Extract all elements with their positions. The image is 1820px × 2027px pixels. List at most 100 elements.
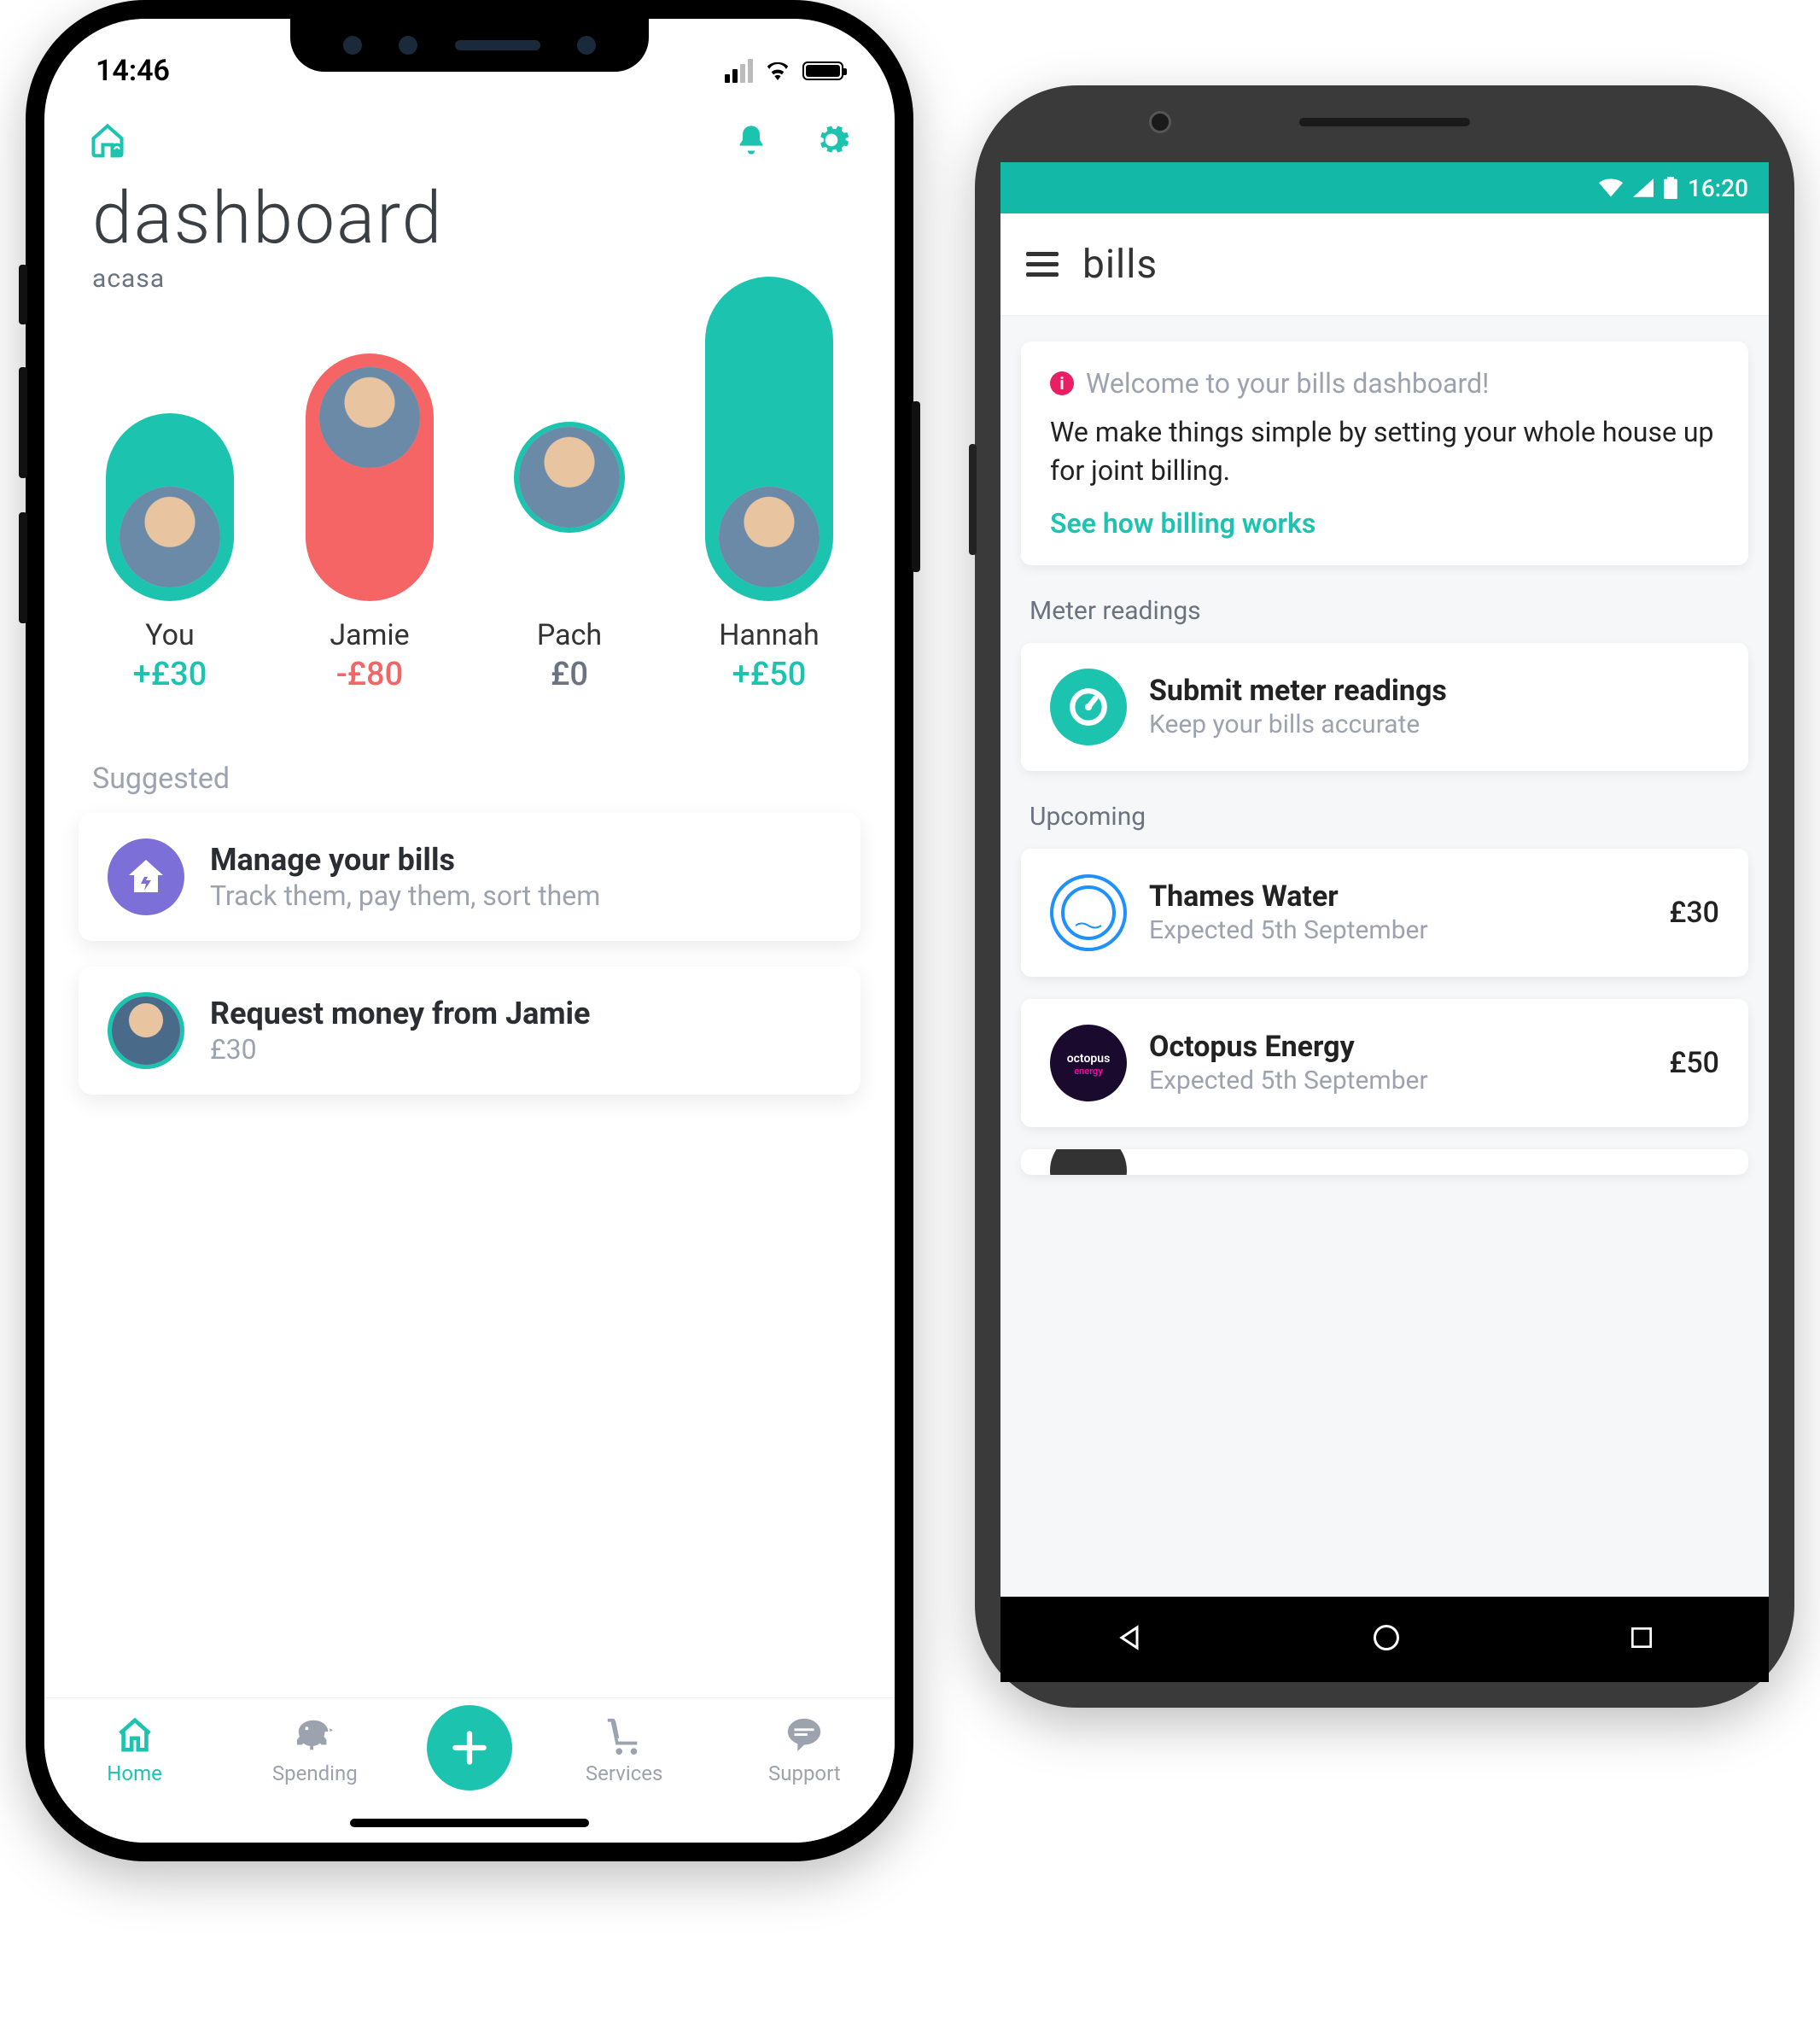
piggy-bank-icon: [247, 1714, 383, 1756]
row-title: Octopus Energy: [1149, 1030, 1647, 1064]
balance-name: You: [85, 618, 255, 652]
home-icon: [67, 1714, 203, 1756]
card-title: Manage your bills: [210, 842, 600, 878]
provider-logo-icon: [1050, 1149, 1127, 1175]
notifications-icon[interactable]: [732, 121, 770, 159]
earpiece-icon: [1299, 118, 1470, 126]
cellular-signal-icon: [725, 59, 753, 83]
upcoming-bill-thames[interactable]: ThamesWater Thames Water Expected 5th Se…: [1021, 849, 1748, 977]
card-title: Request money from Jamie: [210, 996, 591, 1031]
tab-support[interactable]: Support: [736, 1714, 872, 1785]
tab-bar: Home Spending Services S: [44, 1697, 895, 1843]
sensor-icon: [399, 36, 417, 55]
upcoming-bill-octopus[interactable]: octopusenergy Octopus Energy Expected 5t…: [1021, 999, 1748, 1127]
status-time: 14:46: [96, 54, 170, 88]
suggested-card-request-money[interactable]: Request money from Jamie £30: [79, 967, 860, 1095]
recents-button[interactable]: [1628, 1624, 1655, 1655]
battery-icon: [802, 61, 843, 80]
iphone-power-button: [912, 401, 920, 572]
suggested-label: Suggested: [44, 736, 895, 813]
cellular-signal-icon: [1633, 178, 1654, 197]
android-screen: 16:20 bills i Welcome to your bills dash…: [1000, 162, 1769, 1682]
front-camera-icon: [343, 36, 362, 55]
section-label-upcoming: Upcoming: [1021, 793, 1748, 849]
iphone-volume-up: [19, 367, 27, 478]
add-button[interactable]: [427, 1705, 512, 1790]
meter-readings-card[interactable]: Submit meter readings Keep your bills ac…: [1021, 643, 1748, 771]
home-logo-icon[interactable]: [89, 121, 126, 159]
tab-spending[interactable]: Spending: [247, 1714, 383, 1785]
front-camera-icon: [1149, 111, 1171, 133]
iphone-screen: 14:46 dashboard acasa: [44, 19, 895, 1843]
card-subtitle: £30: [210, 1033, 591, 1066]
section-label-meter: Meter readings: [1021, 587, 1748, 643]
balance-name: Jamie: [284, 618, 455, 652]
app-header: [44, 96, 895, 167]
balance-amount: +£30: [85, 656, 255, 693]
suggested-card-manage-bills[interactable]: Manage your bills Track them, pay them, …: [79, 813, 860, 941]
tab-services[interactable]: Services: [556, 1714, 692, 1785]
balance-amount: £0: [484, 656, 655, 693]
avatar: [514, 422, 625, 533]
row-amount: £30: [1669, 896, 1719, 930]
cart-icon: [556, 1714, 692, 1756]
android-power-button: [969, 444, 977, 555]
earpiece-icon: [455, 40, 540, 50]
iphone-mute-switch: [19, 265, 27, 324]
balance-amount: -£80: [284, 656, 455, 693]
back-button[interactable]: [1114, 1622, 1145, 1656]
chat-icon: [736, 1714, 872, 1756]
balance-name: Hannah: [684, 618, 855, 652]
card-subtitle: Track them, pay them, sort them: [210, 879, 600, 912]
home-button[interactable]: [1371, 1622, 1402, 1656]
page-title: bills: [1082, 242, 1158, 288]
page-title: dashboard: [44, 167, 895, 260]
tab-label: Support: [736, 1761, 872, 1785]
balance-amount: +£50: [684, 656, 855, 693]
avatar: [114, 482, 225, 593]
balance-item-pach[interactable]: Pach £0: [484, 353, 655, 693]
svg-text:Water: Water: [1075, 911, 1102, 923]
upcoming-bill-partial[interactable]: [1021, 1149, 1748, 1175]
avatar: [108, 992, 184, 1069]
bills-house-icon: [108, 838, 184, 915]
balance-name: Pach: [484, 618, 655, 652]
status-time: 16:20: [1688, 174, 1748, 202]
iphone-device-frame: 14:46 dashboard acasa: [26, 0, 913, 1861]
battery-icon: [1664, 177, 1677, 199]
android-status-bar: 16:20: [1000, 162, 1769, 213]
octopus-energy-logo-icon: octopusenergy: [1050, 1025, 1127, 1101]
balance-item-hannah[interactable]: Hannah +£50: [684, 353, 855, 693]
plus-icon: [448, 1726, 491, 1769]
android-nav-bar: [1000, 1597, 1769, 1682]
tab-label: Home: [67, 1761, 203, 1785]
thames-water-logo-icon: ThamesWater: [1050, 874, 1127, 951]
row-title: Thames Water: [1149, 879, 1647, 914]
info-icon: i: [1050, 371, 1074, 395]
row-title: Submit meter readings: [1149, 674, 1719, 708]
home-indicator[interactable]: [350, 1819, 589, 1827]
android-app-header: bills: [1000, 213, 1769, 316]
iphone-volume-down: [19, 512, 27, 623]
tab-label: Spending: [247, 1761, 383, 1785]
row-subtitle: Expected 5th September: [1149, 915, 1647, 945]
wifi-icon: [1599, 178, 1623, 197]
menu-icon[interactable]: [1026, 252, 1059, 277]
sensor-icon: [577, 36, 596, 55]
wifi-icon: [765, 61, 790, 80]
welcome-body: We make things simple by setting your wh…: [1050, 413, 1719, 490]
settings-icon[interactable]: [813, 121, 850, 159]
tab-home[interactable]: Home: [67, 1714, 203, 1785]
row-subtitle: Expected 5th September: [1149, 1066, 1647, 1095]
billing-info-link[interactable]: See how billing works: [1050, 507, 1719, 540]
avatar: [714, 482, 825, 593]
balance-item-you[interactable]: You +£30: [85, 353, 255, 693]
android-device-frame: 16:20 bills i Welcome to your bills dash…: [975, 85, 1794, 1708]
welcome-title: Welcome to your bills dashboard!: [1086, 367, 1489, 400]
row-subtitle: Keep your bills accurate: [1149, 710, 1719, 739]
svg-text:energy: energy: [1074, 1066, 1103, 1077]
balance-item-jamie[interactable]: Jamie -£80: [284, 353, 455, 693]
row-amount: £50: [1669, 1046, 1719, 1080]
welcome-card: i Welcome to your bills dashboard! We ma…: [1021, 342, 1748, 565]
iphone-notch: [290, 19, 649, 72]
